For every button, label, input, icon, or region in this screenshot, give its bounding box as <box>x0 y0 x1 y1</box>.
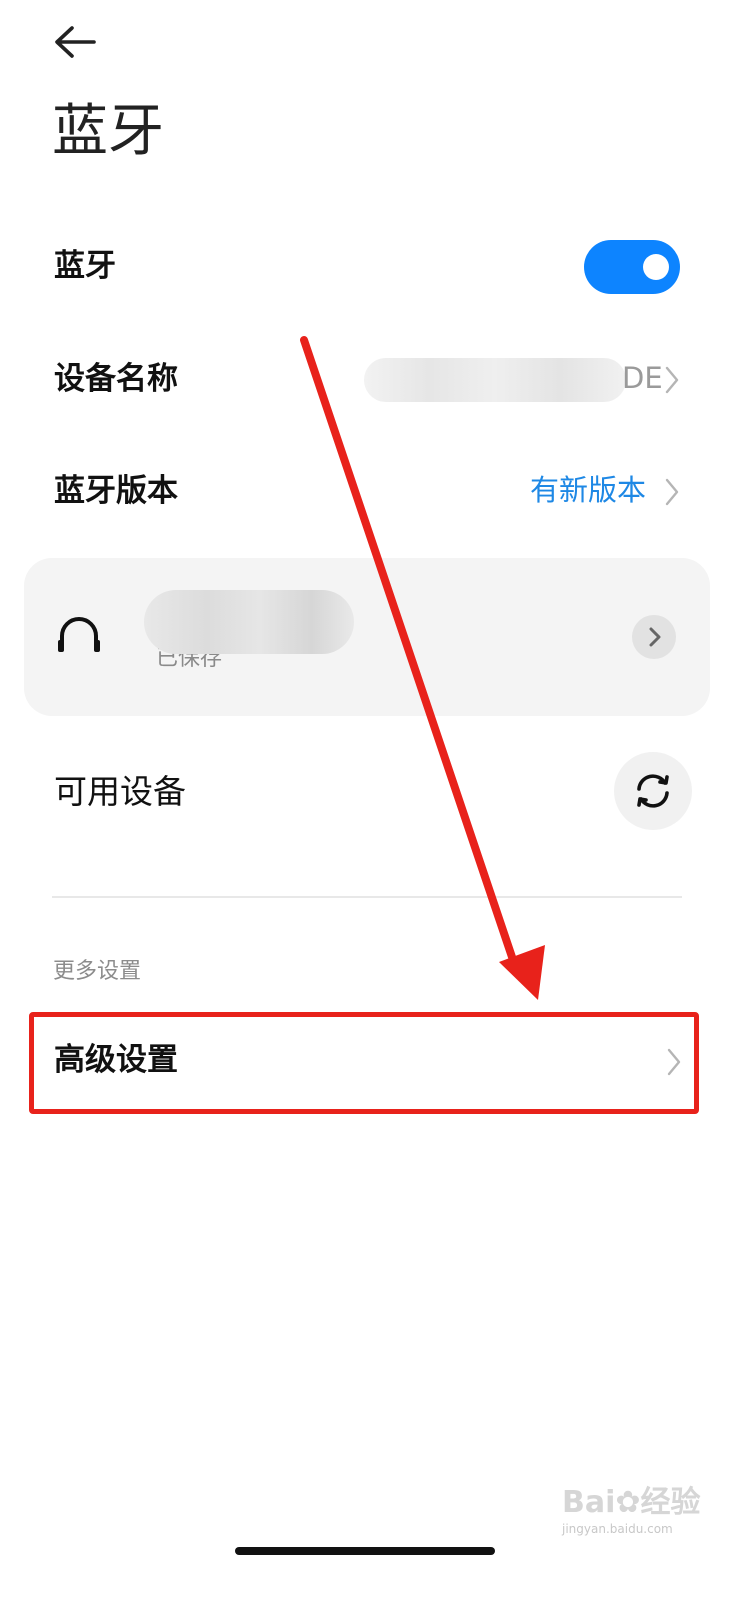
watermark-brand: Bai <box>562 1485 616 1520</box>
annotation-arrow <box>300 336 545 1000</box>
watermark-brand2: 经验 <box>640 1485 701 1520</box>
watermark-url: jingyan.baidu.com <box>562 1522 673 1536</box>
baidu-watermark: Bai✿经验 jingyan.baidu.com <box>562 1485 712 1537</box>
home-indicator[interactable] <box>235 1547 495 1555</box>
paw-icon: ✿ <box>615 1485 641 1520</box>
